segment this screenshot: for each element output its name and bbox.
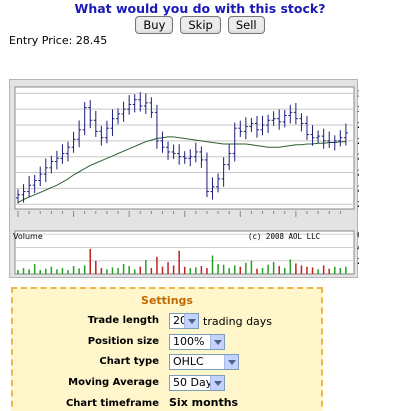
price-plot-area xyxy=(14,86,355,210)
trade-length-label: Trade length xyxy=(87,315,159,326)
chevron-down-icon xyxy=(224,355,238,369)
chart-timeframe-row: Chart timeframe Six months xyxy=(13,396,321,411)
position-size-field: 100% xyxy=(169,334,225,350)
sell-button[interactable]: Sell xyxy=(227,16,265,34)
price-tick-label: 24 xyxy=(357,200,359,209)
entry-price-value: 28.45 xyxy=(75,34,108,47)
price-tick-label: 27 xyxy=(357,153,359,162)
price-tick-label: 31 xyxy=(357,89,359,98)
price-tick-label: 26 xyxy=(357,169,359,178)
chart-type-label: Chart type xyxy=(99,356,159,367)
volume-tick-label: 200 xyxy=(357,257,359,266)
settings-title: Settings xyxy=(141,294,193,307)
trade-length-select[interactable]: 20 xyxy=(169,313,199,329)
trade-length-row: Trade length 20 trading days xyxy=(13,313,321,331)
position-size-row: Position size 100% xyxy=(13,334,321,352)
chart-type-field: OHLC xyxy=(169,354,239,370)
chart-type-row: Chart type OHLC xyxy=(13,354,321,372)
stock-chart: 31 30 29 28 27 26 25 24 Volume (c) 2008 AOL LLC… xyxy=(9,79,359,278)
trade-length-suffix: trading days xyxy=(203,314,273,328)
buy-button[interactable]: Buy xyxy=(135,16,174,34)
action-buttons: Buy Skip Sell xyxy=(0,16,400,34)
price-axis-ticks: 31 30 29 28 27 26 25 24 xyxy=(357,89,359,209)
price-tick-label: 30 xyxy=(357,105,359,114)
volume-tick-label: 400 xyxy=(357,244,359,253)
chart-timeframe-label: Chart timeframe xyxy=(65,398,159,409)
position-size-label: Position size xyxy=(87,336,159,347)
settings-panel: Settings Trade length 20 trading days Po… xyxy=(11,287,323,411)
moving-average-label: Moving Average xyxy=(68,377,159,388)
chart-timeframe-value: Six months xyxy=(169,396,239,409)
date-axis-ticks xyxy=(17,211,341,217)
chart-timeframe-field: Six months xyxy=(169,396,238,409)
chart-type-select[interactable]: OHLC xyxy=(169,354,239,370)
position-size-value: 100% xyxy=(173,335,205,348)
chevron-down-icon xyxy=(210,335,224,349)
moving-average-select[interactable]: 50 Day xyxy=(169,375,225,391)
skip-button[interactable]: Skip xyxy=(180,16,221,34)
volume-label: Volume xyxy=(13,232,43,241)
question-heading: What would you do with this stock? xyxy=(74,1,326,16)
moving-average-field: 50 Day xyxy=(169,375,225,391)
price-tick-label: 28 xyxy=(357,137,359,146)
volume-axis-ticks: 600 K 400 200 xyxy=(357,230,359,265)
chevron-down-icon xyxy=(184,314,198,328)
copyright-label: (c) 2008 AOL LLC xyxy=(248,232,320,241)
chevron-down-icon xyxy=(210,376,224,390)
volume-tick-label: 600 K xyxy=(357,230,359,239)
position-size-select[interactable]: 100% xyxy=(169,334,225,350)
entry-price-label: Entry Price: xyxy=(9,34,73,47)
chart-type-value: OHLC xyxy=(173,355,204,368)
moving-average-value: 50 Day xyxy=(173,376,213,389)
moving-average-row: Moving Average 50 Day xyxy=(13,375,321,393)
entry-price: Entry Price: 28.45 xyxy=(9,34,107,47)
trade-length-field: 20 trading days xyxy=(169,313,272,329)
price-tick-label: 29 xyxy=(357,121,359,130)
price-tick-label: 25 xyxy=(357,184,359,193)
chart-canvas: 31 30 29 28 27 26 25 24 Volume (c) 2008 AOL LLC… xyxy=(13,86,359,275)
